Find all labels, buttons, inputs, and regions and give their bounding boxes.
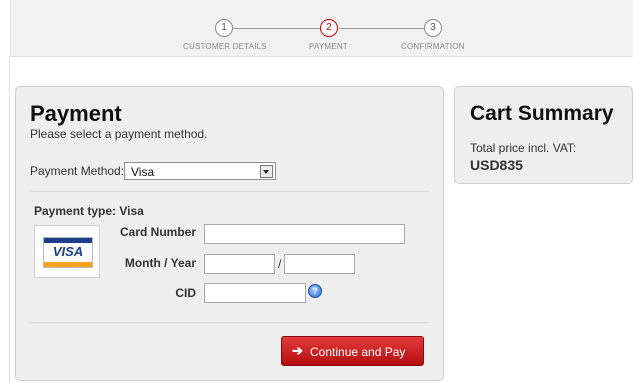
chevron-down-icon[interactable] [260,165,273,178]
payment-panel: Payment Please select a payment method. … [15,86,444,381]
step-label-payment: PAYMENT [309,42,348,51]
total-price-value: USD835 [470,157,523,173]
page-left-border [9,56,10,383]
cid-input[interactable] [204,283,306,303]
month-year-separator: / [278,257,282,271]
step-number-3: 3 [424,19,442,37]
divider [30,191,429,192]
step-number-2: 2 [320,19,338,37]
payment-method-select[interactable]: Visa [124,162,276,180]
continue-and-pay-button[interactable]: ➔ Continue and Pay [281,336,424,366]
total-price-label: Total price incl. VAT: [470,141,577,155]
cid-label: CID [175,286,196,300]
step-label-confirmation: CONFIRMATION [401,42,465,51]
cart-summary-panel: Cart Summary Total price incl. VAT: USD8… [454,86,633,184]
payment-subtitle: Please select a payment method. [30,127,208,141]
payment-method-value: Visa [131,165,155,179]
month-input[interactable] [204,254,275,274]
year-input[interactable] [284,254,355,274]
checkout-stepper: 1 CUSTOMER DETAILS 2 PAYMENT 3 CONFIRMAT… [10,0,633,57]
card-number-label: Card Number [119,225,196,239]
continue-and-pay-label: Continue and Pay [310,345,406,359]
payment-type-label: Payment type: Visa [34,204,144,218]
arrow-right-icon: ➔ [292,343,303,358]
step-label-customer-details: CUSTOMER DETAILS [183,42,267,51]
visa-logo-text: VISA [52,244,84,259]
visa-card-icon: VISA [43,237,93,268]
cart-summary-title: Cart Summary [470,102,614,125]
payment-title: Payment [30,101,122,126]
stepper-line-2 [339,28,425,29]
divider [30,322,429,323]
payment-method-label: Payment Method: [30,164,125,178]
stepper-line-1 [233,28,320,29]
month-year-label: Month / Year [124,256,196,270]
visa-logo: VISA [34,225,100,278]
help-question-icon[interactable]: ? [308,284,322,298]
card-number-input[interactable] [204,224,405,244]
step-number-1: 1 [215,19,233,37]
